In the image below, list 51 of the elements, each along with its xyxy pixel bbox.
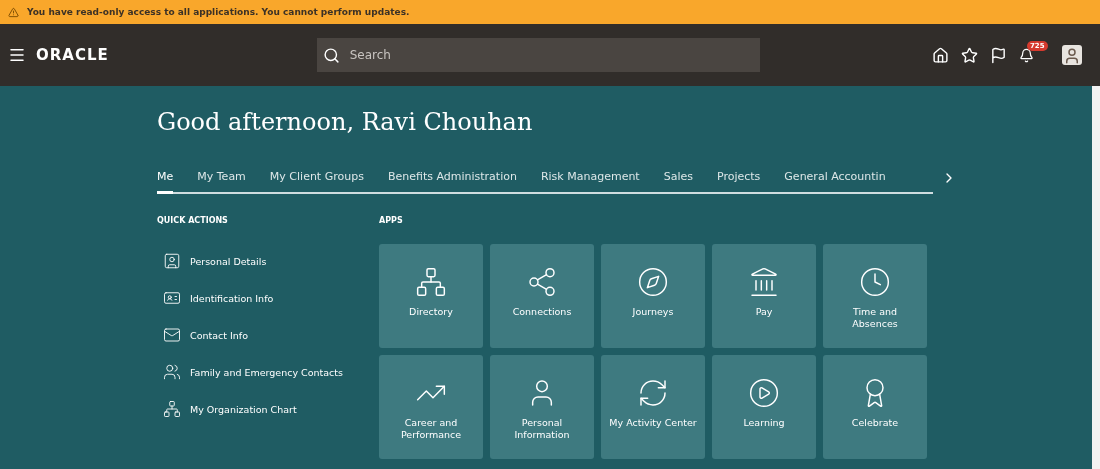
flag-button[interactable] xyxy=(990,46,1007,64)
quick-action-link[interactable]: Contact Info xyxy=(163,326,379,344)
org-chart-icon xyxy=(163,400,181,418)
quick-action-link[interactable]: Family and Emergency Contacts xyxy=(163,363,379,381)
search-input[interactable]: Search xyxy=(347,47,754,63)
people-icon xyxy=(163,363,181,381)
tab[interactable]: My Client Groups xyxy=(269,170,364,194)
app-tile[interactable]: Learning xyxy=(712,355,816,459)
quick-action-link[interactable]: Identification Info xyxy=(163,289,379,307)
tab[interactable]: My Team xyxy=(197,170,246,194)
app-tile[interactable]: Journeys xyxy=(601,244,705,348)
search-field[interactable]: Search xyxy=(316,38,760,72)
scrollbar[interactable] xyxy=(1092,86,1100,469)
warning-text: You have read-only access to all applications. You cannot perform updates. xyxy=(27,7,410,17)
tab[interactable]: Benefits Administration xyxy=(387,170,517,194)
app-tile[interactable]: Time and Absences xyxy=(823,244,927,348)
tab[interactable]: Me xyxy=(157,170,174,194)
quick-action-link[interactable]: My Organization Chart xyxy=(163,400,379,418)
app-tile[interactable]: Connections xyxy=(490,244,594,348)
org-chart-icon xyxy=(415,266,447,298)
person-icon xyxy=(163,252,181,270)
play-icon xyxy=(748,377,780,409)
search-icon xyxy=(322,46,340,64)
app-tile[interactable]: Personal Information xyxy=(490,355,594,459)
refresh-icon xyxy=(637,377,669,409)
logo: ORACLE xyxy=(36,46,109,64)
tab[interactable]: Risk Management xyxy=(540,170,640,194)
app-tile[interactable]: My Activity Center xyxy=(601,355,705,459)
bank-icon xyxy=(748,266,780,298)
app-tile[interactable]: Career and Performance xyxy=(379,355,483,459)
section-heading: QUICK ACTIONS xyxy=(157,216,229,225)
envelope-icon xyxy=(163,326,181,344)
compass-icon xyxy=(637,266,669,298)
home-button[interactable] xyxy=(932,46,949,64)
tab[interactable]: Projects xyxy=(716,170,761,194)
notifications-button[interactable] xyxy=(1019,47,1034,63)
warning-icon xyxy=(8,6,19,18)
avatar[interactable] xyxy=(1062,45,1082,65)
greeting: Good afternoon, Ravi Chouhan xyxy=(157,108,534,136)
app-tile[interactable]: Directory xyxy=(379,244,483,348)
app-tile[interactable]: Pay xyxy=(712,244,816,348)
id-card-icon xyxy=(163,289,181,307)
section-heading: APPS xyxy=(379,216,404,225)
app-tile[interactable]: Celebrate xyxy=(823,355,927,459)
tab[interactable]: General Accountin xyxy=(784,170,886,194)
clock-icon xyxy=(859,266,891,298)
network-icon xyxy=(526,266,558,298)
quick-action-link[interactable]: Personal Details xyxy=(163,252,379,270)
favorites-button[interactable] xyxy=(961,46,978,64)
tab[interactable]: Sales xyxy=(663,170,693,194)
menu-button[interactable] xyxy=(8,46,26,64)
